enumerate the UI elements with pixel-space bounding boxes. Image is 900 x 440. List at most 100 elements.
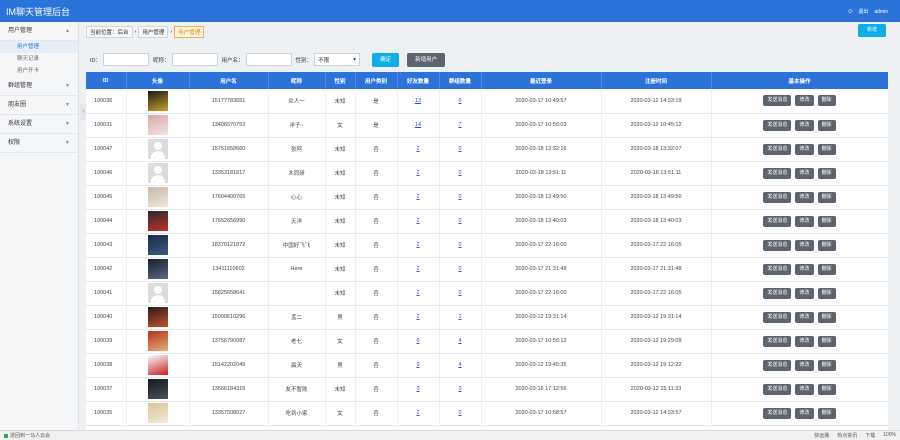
send-message-button[interactable]: 发送消息 [763,359,792,371]
group-count-link[interactable]: 0 [458,194,461,200]
edit-button[interactable]: 修改 [795,119,814,131]
add-button[interactable]: 新增 [858,24,886,37]
edit-button[interactable]: 修改 [795,383,814,395]
status-item[interactable]: 热点资讯 [837,432,857,439]
status-left-text[interactable]: 遂回到一马人云会 [10,433,50,439]
sidebar-group[interactable]: 用户管理 ▲ [0,22,78,41]
sex-select[interactable]: 不限 ▾ [314,53,361,66]
send-message-button[interactable]: 发送消息 [763,95,792,107]
friend-count-link[interactable]: 2 [416,194,419,200]
send-message-button[interactable]: 发送消息 [763,215,792,227]
group-count-link[interactable]: 0 [458,146,461,152]
breadcrumb-level1[interactable]: 用户管理 [138,26,169,38]
avatar[interactable] [147,283,168,303]
avatar[interactable] [147,187,168,207]
delete-button[interactable]: 删除 [817,407,836,419]
edit-button[interactable]: 修改 [795,239,814,251]
avatar[interactable] [147,259,168,279]
send-message-button[interactable]: 发送消息 [763,287,792,299]
delete-button[interactable]: 删除 [817,263,836,275]
breadcrumb-home[interactable]: 当前位置：后台 [86,26,133,38]
logout-link[interactable]: 退出 [858,8,868,15]
add-user-button[interactable]: 新增用户 [407,52,446,67]
delete-button[interactable]: 删除 [817,311,836,323]
delete-button[interactable]: 删除 [817,215,836,227]
delete-button[interactable]: 删除 [817,335,836,347]
friend-count-link[interactable]: 2 [416,266,419,272]
edit-button[interactable]: 修改 [795,167,814,179]
delete-button[interactable]: 删除 [817,359,836,371]
avatar[interactable] [147,307,168,327]
send-message-button[interactable]: 发送消息 [763,191,792,203]
delete-button[interactable]: 删除 [817,143,836,155]
id-input[interactable] [103,53,150,66]
group-count-link[interactable]: 0 [458,266,461,272]
sidebar-item[interactable]: 聊天记录 [0,53,78,65]
group-count-link[interactable]: 0 [458,410,461,416]
send-message-button[interactable]: 发送消息 [763,263,792,275]
status-item[interactable]: 快运播 [814,432,829,439]
edit-button[interactable]: 修改 [795,215,814,227]
edit-button[interactable]: 修改 [795,263,814,275]
status-item[interactable]: 100% [883,432,896,439]
friend-count-link[interactable]: 2 [416,410,419,416]
edit-button[interactable]: 修改 [795,95,814,107]
friend-count-link[interactable]: 2 [416,242,419,248]
group-count-link[interactable]: 0 [458,242,461,248]
delete-button[interactable]: 删除 [817,287,836,299]
search-button[interactable]: 确定 [372,52,400,67]
sidebar-group[interactable]: 系统设置 ▼ [0,115,78,134]
avatar[interactable] [147,379,168,399]
avatar[interactable] [147,331,168,351]
friend-count-link[interactable]: 9 [416,362,419,368]
friend-count-link[interactable]: 14 [415,122,421,128]
group-count-link[interactable]: 0 [458,290,461,296]
group-count-link[interactable]: 0 [458,170,461,176]
avatar[interactable] [147,163,168,183]
group-count-link[interactable]: 7 [458,122,461,128]
send-message-button[interactable]: 发送消息 [763,239,792,251]
send-message-button[interactable]: 发送消息 [763,119,792,131]
send-message-button[interactable]: 发送消息 [763,143,792,155]
group-count-link[interactable]: 4 [458,362,461,368]
send-message-button[interactable]: 发送消息 [763,383,792,395]
send-message-button[interactable]: 发送消息 [763,167,792,179]
delete-button[interactable]: 删除 [817,95,836,107]
friend-count-link[interactable]: 2 [416,146,419,152]
send-message-button[interactable]: 发送消息 [763,335,792,347]
avatar[interactable] [147,139,168,159]
avatar[interactable] [147,355,168,375]
group-count-link[interactable]: 4 [458,338,461,344]
sidebar-item[interactable]: 用户开卡 [0,65,78,77]
avatar[interactable] [147,403,168,423]
delete-button[interactable]: 删除 [817,167,836,179]
sidebar-group[interactable]: 群组管理 ▼ [0,77,78,96]
friend-count-link[interactable]: 13 [415,98,421,104]
sidebar-group[interactable]: 朋友圈 ▼ [0,96,78,115]
delete-button[interactable]: 删除 [817,239,836,251]
send-message-button[interactable]: 发送消息 [763,311,792,323]
group-count-link[interactable]: 1 [458,314,461,320]
friend-count-link[interactable]: 2 [416,314,419,320]
edit-button[interactable]: 修改 [795,359,814,371]
sidebar-group[interactable]: 权限 ▼ [0,134,78,153]
logout-icon[interactable]: ⏻ [848,9,852,15]
group-count-link[interactable]: 0 [458,218,461,224]
edit-button[interactable]: 修改 [795,311,814,323]
avatar[interactable] [147,115,168,135]
friend-count-link[interactable]: 6 [416,338,419,344]
sidebar-item[interactable]: 用户管理 [0,41,78,53]
friend-count-link[interactable]: 2 [416,170,419,176]
delete-button[interactable]: 删除 [817,383,836,395]
edit-button[interactable]: 修改 [795,143,814,155]
username-input[interactable] [245,53,292,66]
group-count-link[interactable]: 3 [458,386,461,392]
group-count-link[interactable]: 6 [458,98,461,104]
edit-button[interactable]: 修改 [795,191,814,203]
edit-button[interactable]: 修改 [795,335,814,347]
edit-button[interactable]: 修改 [795,287,814,299]
edit-button[interactable]: 修改 [795,407,814,419]
friend-count-link[interactable]: 2 [416,218,419,224]
status-item[interactable]: 下载 [865,432,875,439]
send-message-button[interactable]: 发送消息 [763,407,792,419]
